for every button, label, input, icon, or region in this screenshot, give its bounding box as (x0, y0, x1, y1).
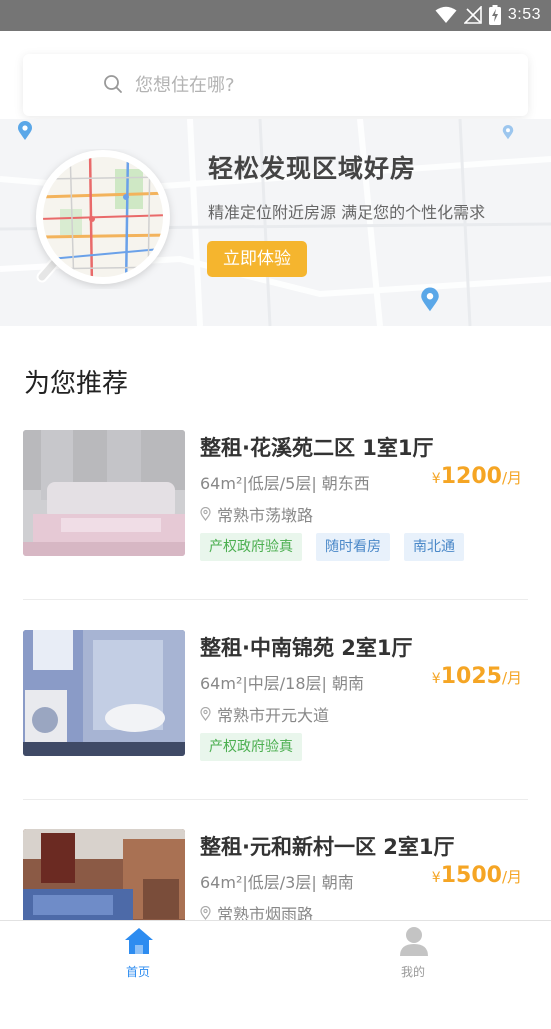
tab-label: 我的 (400, 965, 425, 979)
tab-mine[interactable]: 我的 (353, 921, 473, 982)
listing-address: 常熟市开元大道 (200, 702, 329, 726)
status-icons: 3:53 (435, 5, 541, 25)
tag-badge: 随时看房 (316, 533, 390, 561)
divider (23, 599, 528, 600)
search-box[interactable] (23, 54, 528, 116)
promo-banner[interactable]: 轻松发现区域好房 精准定位附近房源 满足您的个性化需求 立即体验 (0, 119, 551, 326)
listing-tags: 产权政府验真 随时看房 南北通 (200, 533, 464, 561)
listing-photo (23, 630, 185, 756)
tab-label: 首页 (125, 965, 150, 979)
no-signal-icon (463, 6, 482, 24)
search-input[interactable] (135, 70, 495, 100)
price-amount: 1500 (440, 863, 502, 888)
listing-specs: 64m²|低层/5层| 朝东西 (200, 474, 370, 493)
location-pin-icon (421, 287, 439, 312)
price-currency: ¥ (431, 870, 441, 886)
price-unit: /月 (501, 669, 522, 687)
bottom-tab-bar: 首页 我的 (0, 920, 551, 981)
listing-price: ¥1200/月 (432, 464, 522, 489)
location-outline-icon (200, 707, 211, 721)
location-outline-icon (200, 507, 211, 521)
listing-price: ¥1025/月 (432, 664, 522, 689)
map-magnifier-icon (36, 150, 170, 284)
listing-photo (23, 430, 185, 556)
address-text: 常熟市荡墩路 (217, 506, 314, 525)
listing-title: 整租·元和新村一区 2室1厅 (200, 835, 455, 859)
user-icon (400, 927, 428, 956)
address-text: 常熟市开元大道 (217, 706, 330, 725)
section-title: 为您推荐 (24, 369, 129, 399)
wifi-icon (435, 6, 457, 23)
tag-badge: 产权政府验真 (200, 533, 302, 561)
tab-home[interactable]: 首页 (78, 921, 198, 982)
price-unit: /月 (501, 868, 522, 886)
price-currency: ¥ (431, 471, 441, 487)
listing-specs: 64m²|低层/3层| 朝南 (200, 873, 354, 892)
divider (23, 799, 528, 800)
listing-specs: 64m²|中层/18层| 朝南 (200, 674, 364, 693)
price-amount: 1025 (440, 664, 502, 689)
price-currency: ¥ (431, 671, 441, 687)
location-pin-icon (18, 121, 32, 140)
banner-title: 轻松发现区域好房 (208, 154, 417, 183)
banner-subtitle: 精准定位附近房源 满足您的个性化需求 (208, 203, 486, 222)
listing-tags: 产权政府验真 (200, 733, 302, 761)
status-time: 3:53 (507, 6, 541, 23)
listing-price: ¥1500/月 (432, 863, 522, 888)
listing-title: 整租·花溪苑二区 1室1厅 (200, 436, 434, 460)
price-unit: /月 (501, 469, 522, 487)
listing-address: 常熟市荡墩路 (200, 502, 313, 526)
tag-badge: 南北通 (404, 533, 464, 561)
battery-charging-icon (488, 5, 501, 25)
price-amount: 1200 (440, 464, 502, 489)
status-bar: 3:53 (0, 0, 551, 31)
location-pin-icon (502, 125, 514, 140)
try-now-button[interactable]: 立即体验 (207, 241, 307, 277)
listing-title: 整租·中南锦苑 2室1厅 (200, 636, 413, 660)
listing-card[interactable]: 整租·花溪苑二区 1室1厅 64m²|低层/5层| 朝东西 ¥1200/月 常熟… (23, 430, 528, 630)
tag-badge: 产权政府验真 (200, 733, 302, 761)
listing-card[interactable]: 整租·中南锦苑 2室1厅 64m²|中层/18层| 朝南 ¥1025/月 常熟市… (23, 630, 528, 830)
home-icon (125, 928, 153, 954)
location-outline-icon (200, 906, 211, 920)
search-icon (104, 75, 122, 93)
